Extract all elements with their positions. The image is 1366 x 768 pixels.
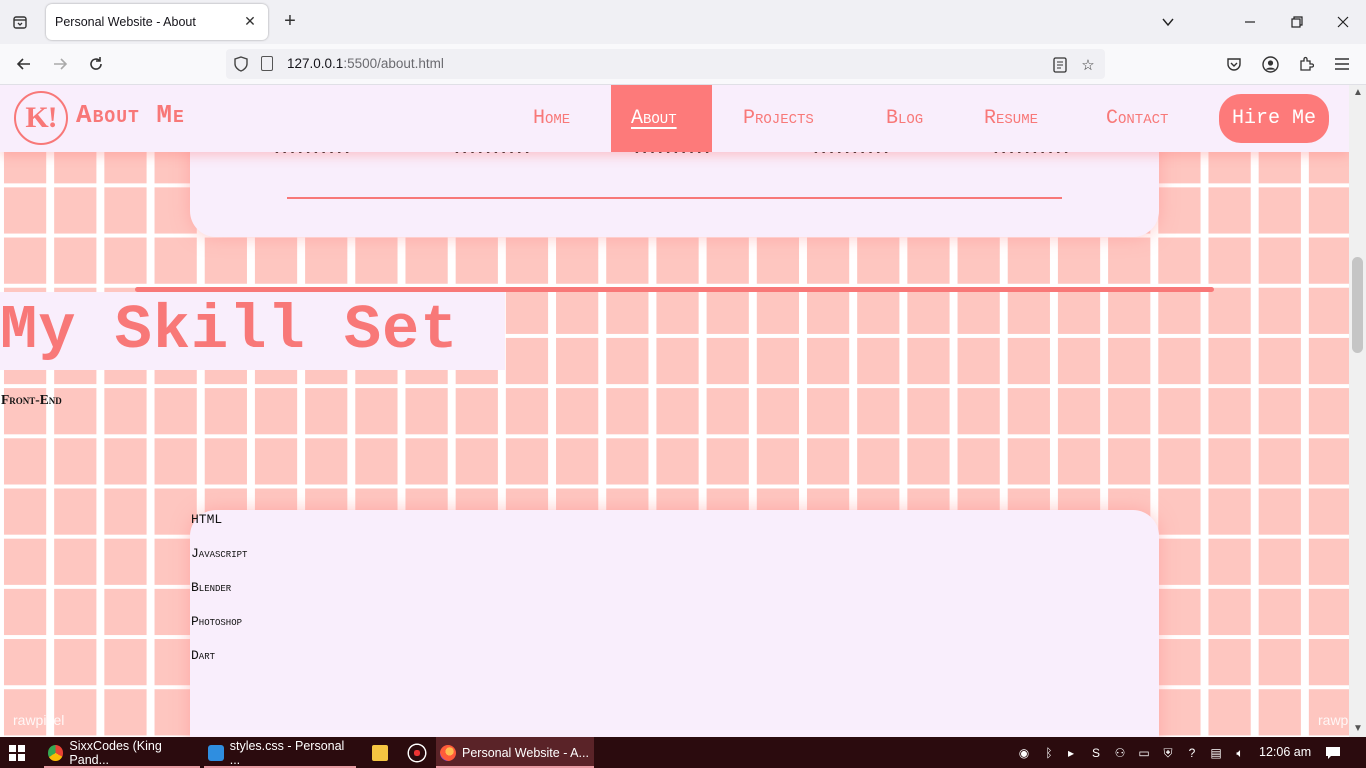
record-icon (409, 744, 425, 761)
tab-title: Personal Website - About (55, 15, 196, 29)
list-all-tabs-icon[interactable] (8, 10, 32, 34)
watermark-left: rawpixel (13, 712, 65, 728)
taskbar-item-label: styles.css - Personal ... (229, 738, 345, 767)
browser-tab-active[interactable]: Personal Website - About ✕ (46, 4, 268, 40)
skill-item-photoshop: Photoshop (191, 614, 243, 629)
shield-icon[interactable] (234, 56, 248, 72)
windows-start-icon[interactable] (9, 745, 25, 761)
skill-item-html: HTML (191, 512, 223, 527)
pocket-icon[interactable] (1224, 54, 1244, 74)
taskbar-item-recorder[interactable] (405, 737, 429, 768)
chrome-icon (48, 744, 64, 761)
site-header: K! About Me Home About Projects Blog Res… (0, 85, 1349, 152)
nav-contact[interactable]: Contact (1106, 85, 1168, 152)
scroll-down-icon[interactable]: ▼ (1353, 723, 1363, 734)
page-scrollbar[interactable]: ▲ ▼ (1349, 85, 1366, 737)
display-icon[interactable]: ▭ (1136, 745, 1152, 761)
front-end-subheading: Front-End (1, 392, 62, 407)
windows-taskbar: SixxCodes (King Pand... styles.css - Per… (0, 737, 1366, 768)
browser-nav-bar: 127.0.0.1:5500/about.html ☆ (0, 44, 1366, 85)
card-divider (287, 197, 1062, 199)
nav-about[interactable]: About (611, 85, 712, 152)
address-bar[interactable]: 127.0.0.1:5500/about.html ☆ (226, 49, 1105, 79)
reload-icon[interactable] (84, 52, 108, 76)
hire-me-button[interactable]: Hire Me (1219, 94, 1329, 143)
close-tab-icon[interactable]: ✕ (241, 12, 259, 30)
chevron-down-icon[interactable] (1156, 10, 1180, 34)
taskbar-item-label: SixxCodes (King Pand... (69, 738, 162, 767)
skill-item-dart: Dart (191, 648, 216, 663)
skill-item-javascript: Javascript (191, 546, 248, 561)
hamburger-menu-icon[interactable] (1332, 54, 1352, 74)
nav-resume[interactable]: Resume (984, 85, 1038, 152)
vscode-icon (208, 744, 224, 761)
taskbar-item-firefox[interactable]: Personal Website - A... (436, 737, 594, 768)
forward-arrow-icon[interactable] (48, 52, 72, 76)
bookmark-star-icon[interactable]: ☆ (1078, 55, 1098, 75)
security-warning-icon[interactable]: ⛨ (1160, 745, 1176, 761)
restore-icon[interactable] (1285, 10, 1309, 34)
taskbar-item-chrome[interactable]: SixxCodes (King Pand... (44, 737, 200, 768)
account-icon[interactable] (1260, 54, 1280, 74)
reader-view-icon[interactable] (1050, 55, 1070, 75)
browser-tab-bar: Personal Website - About ✕ + (0, 0, 1366, 44)
skill-item-blender: Blender (191, 580, 232, 595)
steam-icon[interactable]: ◉ (1016, 745, 1032, 761)
network-icon[interactable]: ▤ (1208, 745, 1224, 761)
site-logo[interactable]: K! (14, 91, 68, 145)
extensions-icon[interactable] (1296, 54, 1316, 74)
media-play-icon[interactable]: ▸ (1063, 745, 1079, 761)
skills-heading: My Skill Set (0, 295, 459, 366)
firefox-icon (440, 744, 456, 761)
notifications-icon[interactable] (1325, 745, 1341, 761)
url-path: :5500/about.html (343, 56, 444, 71)
taskbar-item-label: Personal Website - A... (462, 745, 589, 760)
watermark-right: rawpixel (1318, 712, 1349, 728)
folder-icon (372, 744, 388, 761)
page-info-icon[interactable] (261, 56, 273, 71)
page-viewport[interactable]: xxxxxxxxxx xxxxxxxxxx xxxxxxxxxx xxxxxxx… (0, 85, 1349, 737)
scrollbar-thumb[interactable] (1352, 257, 1363, 353)
game-controller-icon[interactable]: ⚇ (1112, 745, 1128, 761)
logo-text: K! (25, 101, 57, 134)
nav-projects[interactable]: Projects (743, 85, 814, 152)
bluetooth-icon[interactable]: ᛒ (1041, 745, 1057, 761)
help-icon[interactable]: ? (1184, 745, 1200, 761)
new-tab-icon[interactable]: + (280, 10, 300, 32)
taskbar-item-vscode[interactable]: styles.css - Personal ... (204, 737, 356, 768)
close-window-icon[interactable] (1331, 10, 1355, 34)
volume-icon[interactable]: 🔈︎ (1232, 745, 1248, 761)
url-host: 127.0.0.1 (287, 56, 344, 71)
taskbar-clock[interactable]: 12:06 am (1259, 745, 1311, 759)
minimize-icon[interactable] (1238, 10, 1262, 34)
skills-card: HTML Javascript Blender Photoshop Dart (190, 510, 1159, 737)
nav-blog[interactable]: Blog (886, 85, 923, 152)
skype-icon[interactable]: S (1088, 745, 1104, 761)
site-title: About Me (76, 100, 185, 130)
taskbar-item-explorer[interactable] (368, 737, 392, 768)
nav-home[interactable]: Home (533, 85, 570, 152)
back-arrow-icon[interactable] (12, 52, 36, 76)
url-text[interactable]: 127.0.0.1:5500/about.html (287, 56, 444, 71)
scroll-up-icon[interactable]: ▲ (1353, 87, 1363, 98)
